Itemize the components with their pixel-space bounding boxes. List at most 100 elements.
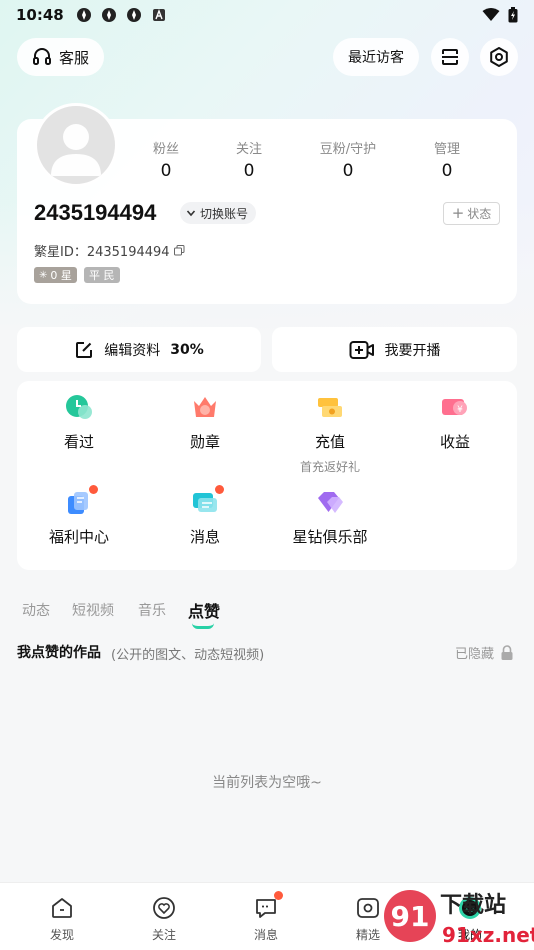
default-avatar-icon xyxy=(51,124,101,176)
customer-service-label: 客服 xyxy=(58,48,89,67)
go-live-label: 我要开播 xyxy=(384,342,441,359)
featured-icon xyxy=(355,895,381,921)
income-icon: ¥ xyxy=(440,393,470,423)
grid-item-messages[interactable]: 消息 xyxy=(145,485,265,547)
clock-icon xyxy=(64,393,94,423)
tab-music[interactable]: 音乐 xyxy=(138,600,166,620)
stat-value: 0 xyxy=(342,161,354,181)
active-tab-indicator xyxy=(192,623,214,629)
app-notification-icon xyxy=(101,8,116,22)
grid-item-medals[interactable]: 勋章 xyxy=(145,393,265,452)
tab-dynamic[interactable]: 动态 xyxy=(22,600,50,620)
notification-dot xyxy=(215,485,224,494)
wifi-icon xyxy=(482,8,500,21)
edit-icon xyxy=(76,341,93,358)
heart-icon xyxy=(151,895,177,921)
nav-label: 精选 xyxy=(355,928,380,942)
empty-list-message: 当前列表为空哦~ xyxy=(212,775,322,791)
stat-value: 0 xyxy=(160,161,172,181)
nav-label: 消息 xyxy=(253,928,278,942)
hidden-label: 已隐藏 xyxy=(455,647,495,662)
stat-label: 关注 xyxy=(235,142,262,157)
chevron-down-icon xyxy=(186,210,196,217)
rank-label: 平 民 xyxy=(89,269,115,282)
star-icon: ✳ xyxy=(39,269,48,281)
stat-label: 粉丝 xyxy=(152,142,179,157)
nav-me[interactable]: 我的 xyxy=(435,895,505,943)
status-bar: 10:48 xyxy=(0,0,534,30)
nav-messages[interactable]: 消息 xyxy=(231,891,301,943)
tab-likes[interactable]: 点赞 xyxy=(188,598,220,622)
fanxing-id-text: 繁星ID：2435194494 xyxy=(34,245,170,260)
stat-admins[interactable]: 管理 0 xyxy=(402,138,492,181)
recent-visitors-button[interactable]: 最近访客 xyxy=(333,38,419,76)
stat-guardians[interactable]: 豆粉/守护 0 xyxy=(303,138,393,181)
fanxing-id[interactable]: 繁星ID：2435194494 xyxy=(34,241,185,260)
grid-item-label: 看过 xyxy=(63,433,94,451)
app-notification-icon xyxy=(126,8,141,22)
lock-icon xyxy=(501,644,513,660)
video-camera-icon xyxy=(349,340,374,359)
grid-item-welfare[interactable]: 福利中心 xyxy=(19,485,139,547)
liked-works-subtitle: (公开的图文、动态短视频) xyxy=(111,648,265,663)
home-icon xyxy=(49,895,75,921)
tab-short-video[interactable]: 短视频 xyxy=(72,600,114,620)
copy-icon[interactable] xyxy=(173,245,185,256)
grid-item-label: 充值 xyxy=(314,433,345,451)
stat-label: 豆粉/守护 xyxy=(319,142,377,157)
nav-discover[interactable]: 发现 xyxy=(27,895,97,943)
edit-profile-label: 编辑资料 xyxy=(104,342,161,359)
nav-label: 发现 xyxy=(49,928,74,942)
edit-profile-percent: 30% xyxy=(170,341,204,358)
star-level-badge: ✳ 0 星 xyxy=(34,267,77,283)
grid-item-sublabel: 首充返好礼 xyxy=(299,460,360,474)
nav-following[interactable]: 关注 xyxy=(129,895,199,943)
stat-value: 0 xyxy=(441,161,453,181)
battery-icon xyxy=(508,7,518,23)
grid-item-label: 收益 xyxy=(439,433,470,451)
go-live-button[interactable]: 我要开播 xyxy=(272,327,517,372)
chat-bubble-icon xyxy=(253,891,283,921)
grid-item-recharge[interactable]: 充值 首充返好礼 xyxy=(270,393,390,475)
star-level-label: 0 星 xyxy=(50,269,72,282)
settings-button[interactable] xyxy=(480,38,518,76)
user-id: 2435194494 xyxy=(34,200,157,225)
nav-featured[interactable]: 精选 xyxy=(333,895,403,943)
grid-item-label: 消息 xyxy=(189,528,220,546)
scan-icon xyxy=(442,49,458,65)
switch-account-button[interactable]: 切换账号 xyxy=(180,202,257,224)
medal-icon xyxy=(190,393,220,423)
recharge-icon xyxy=(315,393,345,423)
grid-item-diamond-club[interactable]: 星钻俱乐部 xyxy=(270,488,390,547)
stat-fans[interactable]: 粉丝 0 xyxy=(121,138,211,181)
profile-icon xyxy=(457,895,483,921)
scan-button[interactable] xyxy=(431,38,469,76)
switch-account-label: 切换账号 xyxy=(200,206,249,221)
a-letter-icon xyxy=(152,9,165,21)
stat-label: 管理 xyxy=(433,142,460,157)
stat-value: 0 xyxy=(243,161,255,181)
bottom-nav: 发现 关注 消息 精选 我的 xyxy=(0,882,534,950)
grid-item-label: 星钻俱乐部 xyxy=(292,528,368,546)
notification-dot xyxy=(274,891,283,900)
stat-following[interactable]: 关注 0 xyxy=(204,138,294,181)
status-button[interactable]: + 状态 xyxy=(443,202,500,225)
welfare-icon xyxy=(64,485,98,518)
headset-icon xyxy=(32,48,51,65)
avatar[interactable] xyxy=(34,103,118,187)
nav-label: 关注 xyxy=(151,928,176,942)
customer-service-button[interactable]: 客服 xyxy=(17,38,104,76)
nav-label: 我的 xyxy=(457,928,482,942)
message-icon xyxy=(190,485,224,518)
status-label: 状态 xyxy=(467,207,492,221)
grid-item-history[interactable]: 看过 xyxy=(19,393,139,452)
recent-visitors-label: 最近访客 xyxy=(348,50,404,66)
grid-item-income[interactable]: ¥ 收益 xyxy=(395,393,515,452)
edit-profile-button[interactable]: 编辑资料 30% xyxy=(17,327,261,372)
app-notification-icon xyxy=(76,8,91,22)
liked-works-title: 我点赞的作品 xyxy=(17,645,101,661)
rank-badge: 平 民 xyxy=(84,267,120,283)
gear-icon xyxy=(490,47,508,67)
hidden-toggle[interactable]: 已隐藏 xyxy=(455,643,514,662)
svg-text:¥: ¥ xyxy=(457,405,463,415)
